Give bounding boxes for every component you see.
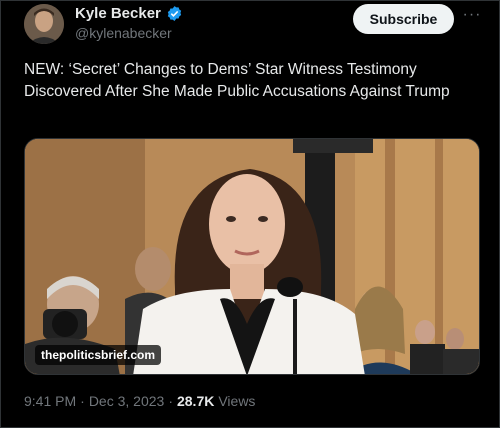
views-count[interactable]: 28.7K	[177, 393, 214, 409]
verified-badge-icon	[166, 5, 183, 22]
tweet-text: NEW: ‘Secret’ Changes to Dems’ Star Witn…	[24, 61, 450, 100]
tweet-card: Kyle Becker @kylenabecker Subscribe ··· …	[0, 0, 500, 428]
tweet-date[interactable]: Dec 3, 2023	[89, 393, 165, 409]
media-watermark: thepoliticsbrief.com	[35, 345, 162, 365]
author-avatar[interactable]	[24, 4, 64, 44]
tweet-media-image[interactable]: thepoliticsbrief.com	[24, 138, 480, 375]
meta-separator: ·	[80, 393, 85, 409]
subscribe-button[interactable]: Subscribe	[353, 4, 454, 34]
meta-separator: ·	[168, 393, 173, 409]
author-display-name[interactable]: Kyle Becker	[75, 5, 161, 22]
tweet-meta: 9:41 PM · Dec 3, 2023 · 28.7K Views	[24, 393, 255, 409]
author-name-row: Kyle Becker	[75, 5, 183, 22]
tweet-time[interactable]: 9:41 PM	[24, 393, 76, 409]
views-label: Views	[218, 393, 256, 409]
author-handle[interactable]: @kylenabecker	[75, 25, 172, 41]
more-options-icon[interactable]: ···	[462, 7, 482, 26]
